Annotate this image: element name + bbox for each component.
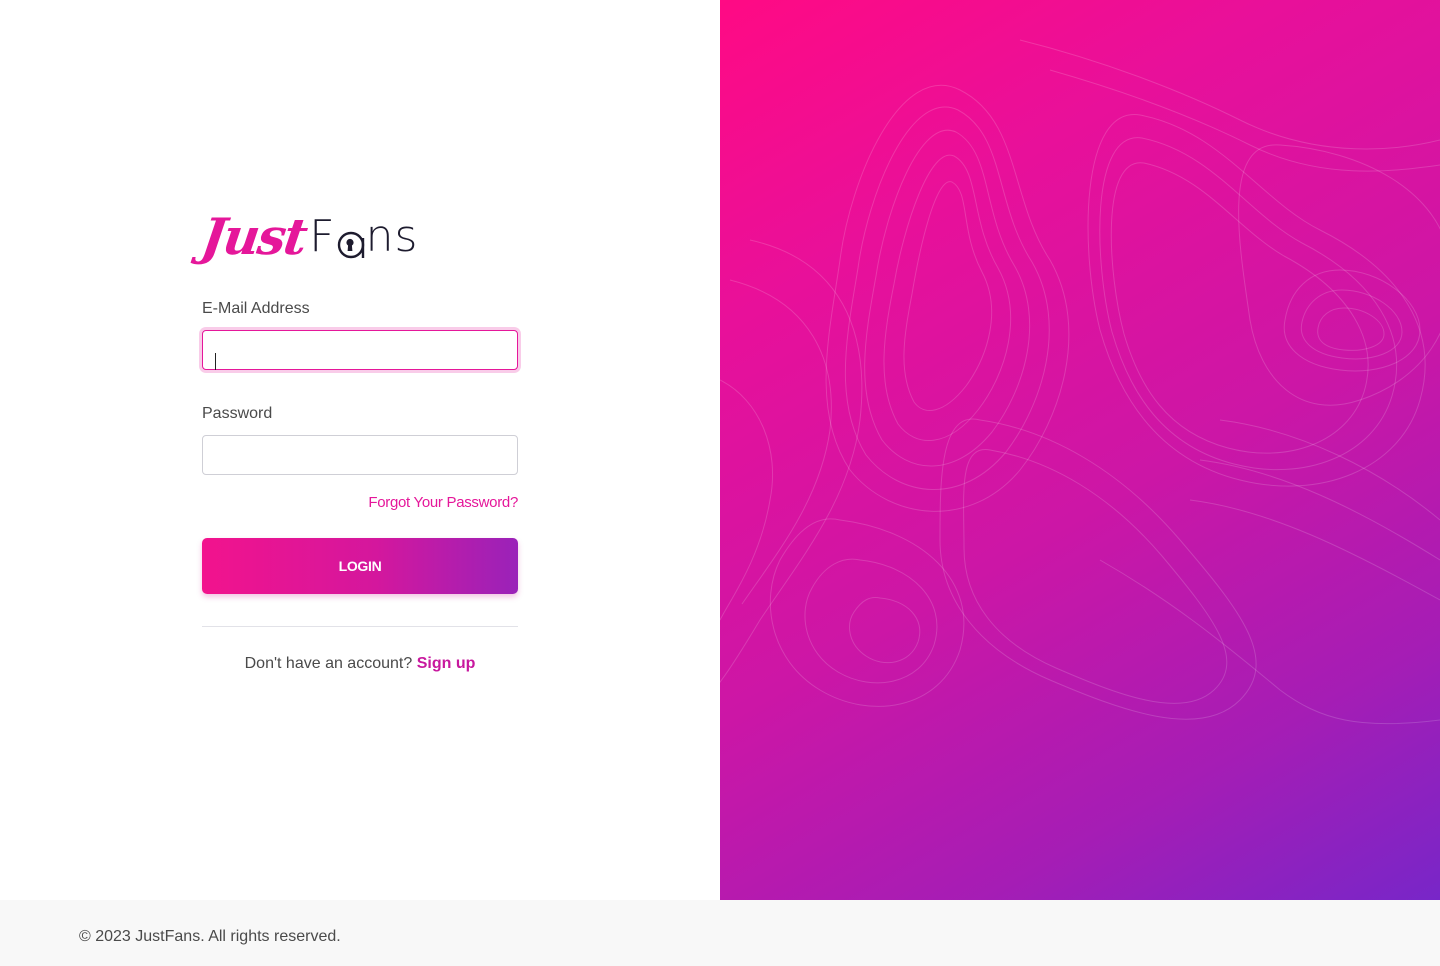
footer: © 2023 JustFans. All rights reserved. [0, 900, 1440, 966]
logo-fans-prefix: F [309, 211, 336, 262]
keyhole-icon [336, 222, 366, 266]
logo-script-text: Just [197, 207, 310, 266]
logo-fans-text: F ns [309, 208, 418, 266]
email-label: E-Mail Address [202, 300, 310, 317]
topographic-pattern [720, 39, 1440, 725]
password-field[interactable] [202, 435, 518, 475]
password-label: Password [202, 405, 273, 422]
divider [202, 626, 518, 627]
justfans-logo[interactable]: Just F ns [198, 206, 518, 266]
decorative-gradient-panel [720, 0, 1440, 900]
signup-prompt: Don't have an account? [244, 655, 413, 672]
login-form: Just F ns E-Mail Address Password Forgot… [198, 206, 518, 673]
login-page: Just F ns E-Mail Address Password Forgot… [0, 0, 1440, 966]
signup-row: Don't have an account? Sign up [202, 655, 518, 673]
signup-link[interactable]: Sign up [417, 655, 476, 672]
forgot-password-row: Forgot Your Password? [202, 494, 518, 514]
copyright-text: © 2023 JustFans. All rights reserved. [79, 928, 341, 945]
forgot-password-link[interactable]: Forgot Your Password? [368, 494, 518, 511]
logo-fans-suffix: ns [365, 211, 419, 262]
text-caret [215, 353, 216, 370]
login-button[interactable]: LOGIN [202, 538, 518, 594]
login-panel: Just F ns E-Mail Address Password Forgot… [0, 0, 720, 900]
email-field-wrap [202, 330, 518, 370]
email-field[interactable] [202, 330, 518, 370]
